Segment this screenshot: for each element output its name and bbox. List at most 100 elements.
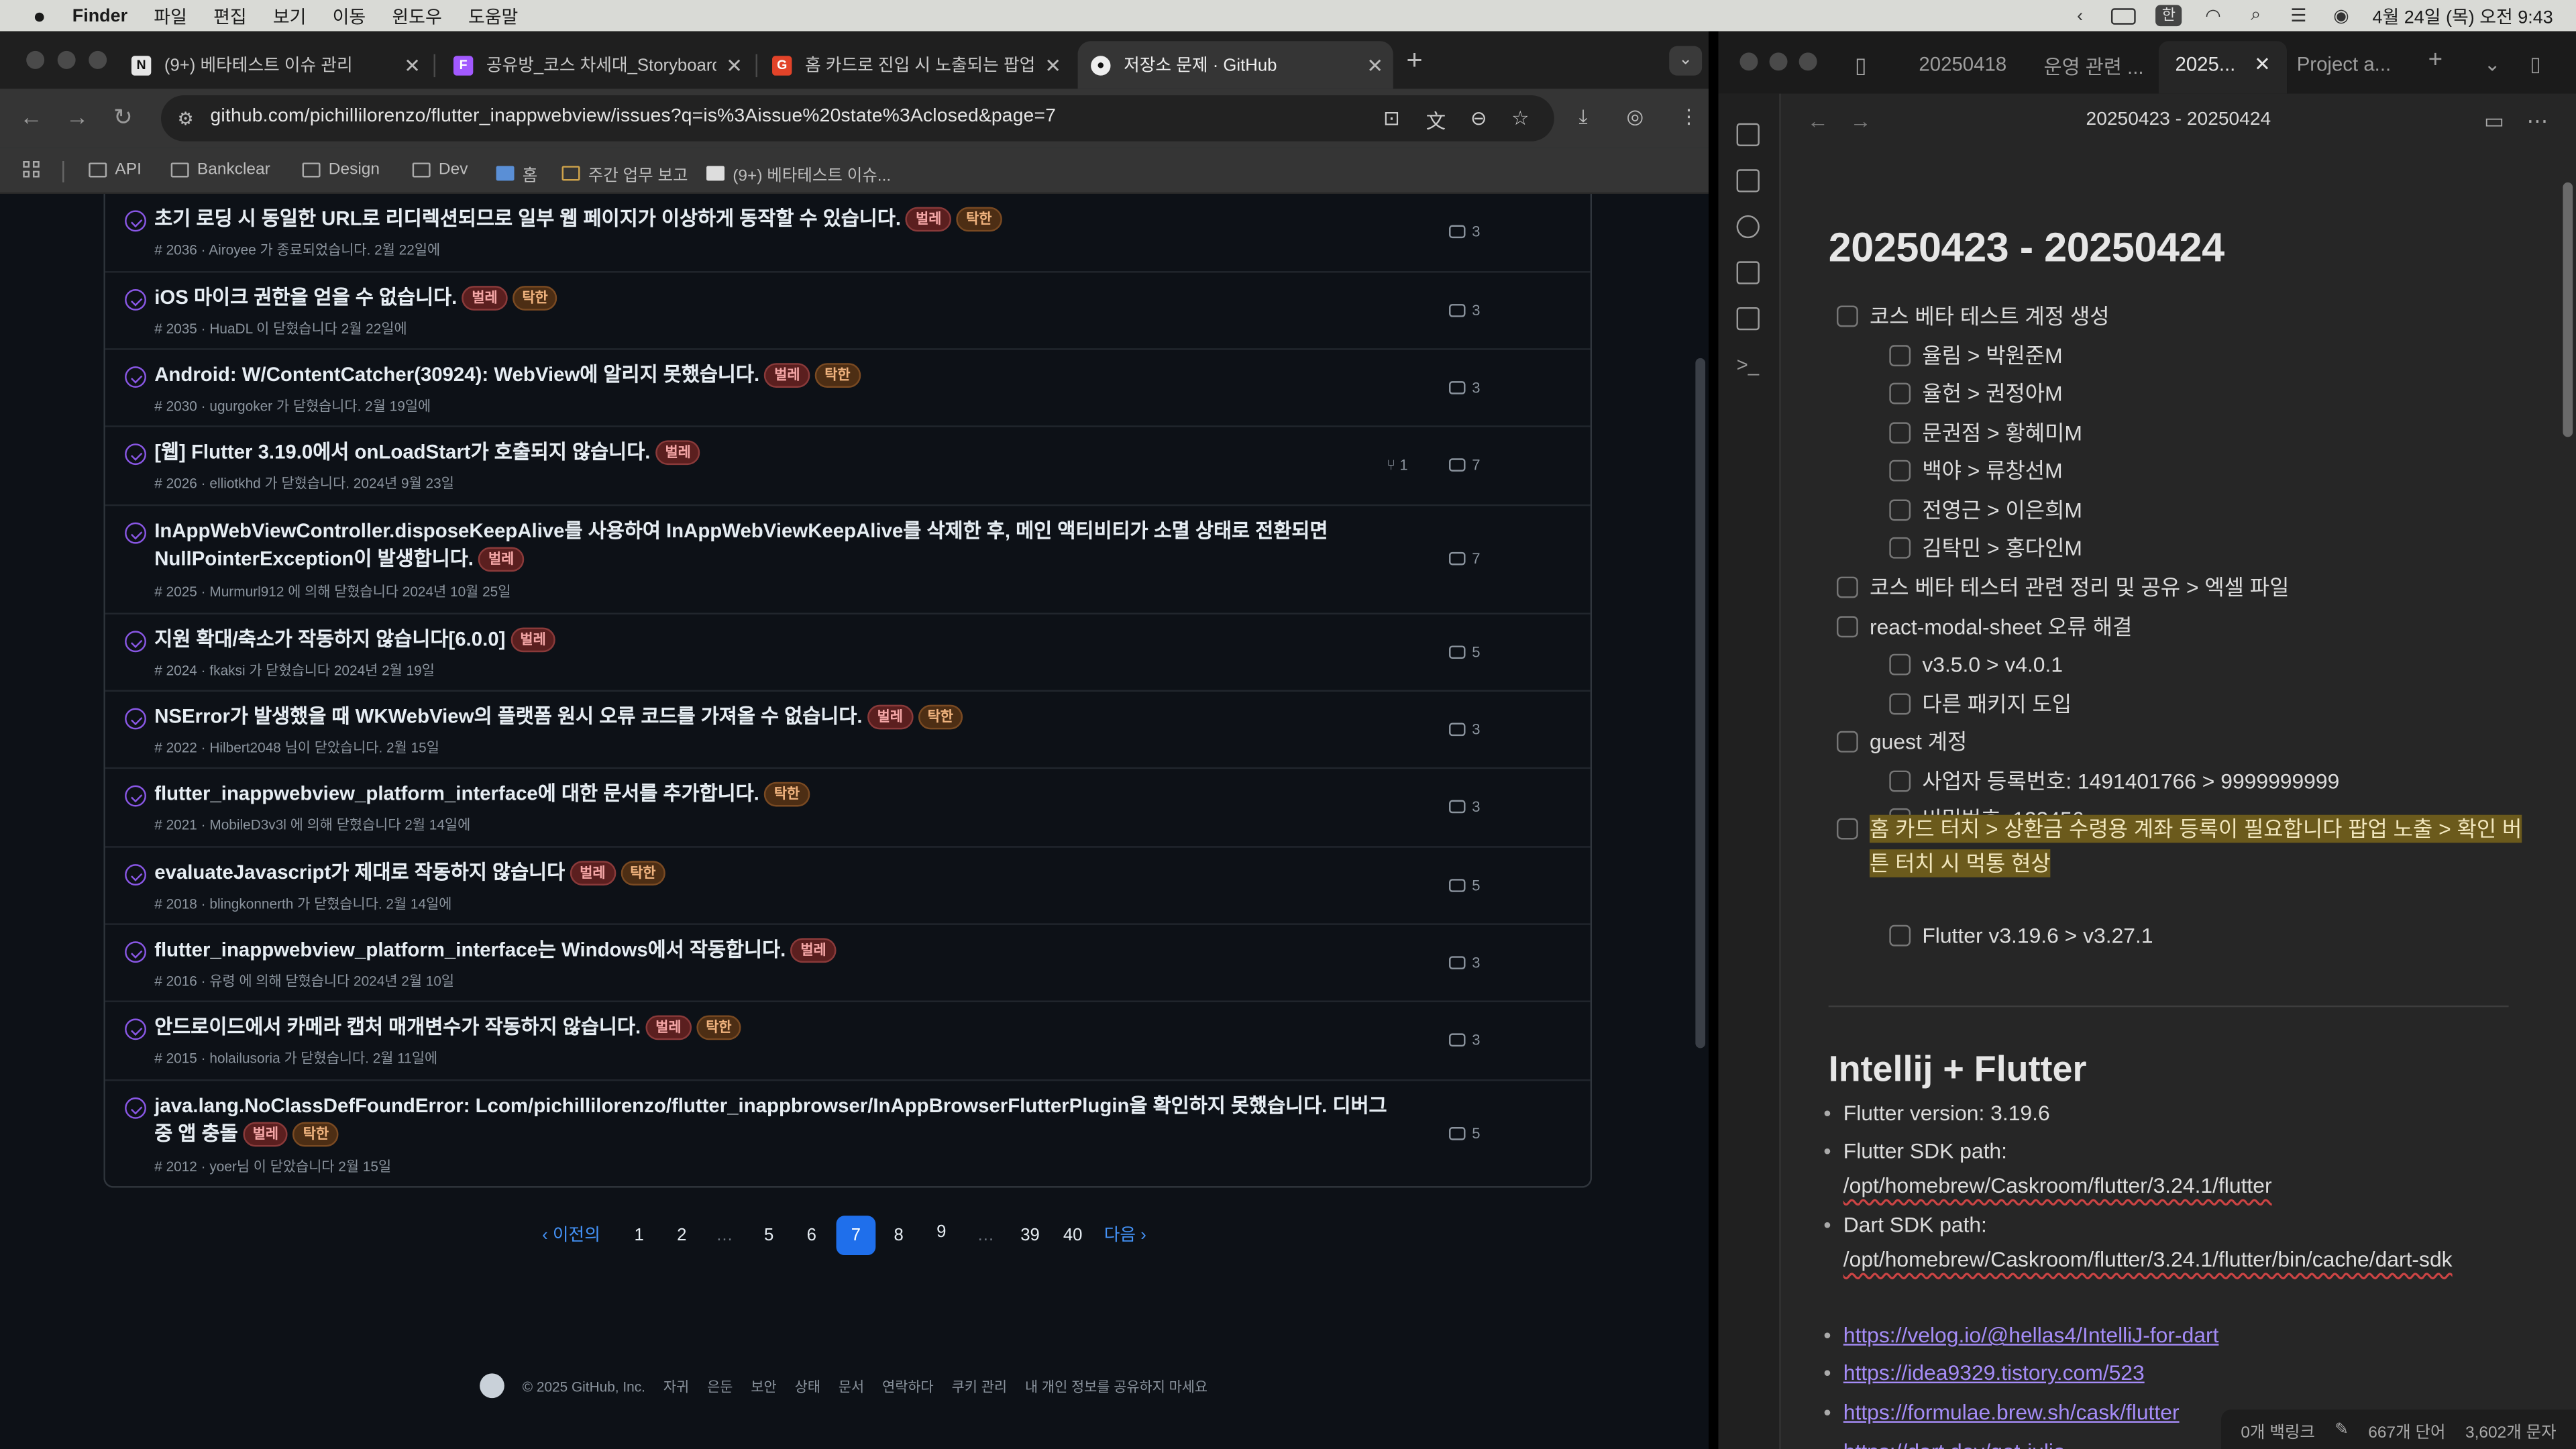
- new-tab-plus-icon[interactable]: +: [1406, 44, 1422, 77]
- todo-item[interactable]: v3.5.0 > v4.0.1: [1889, 647, 2063, 682]
- footer-link[interactable]: 내 개인 정보를 공유하지 마세요: [1025, 1376, 1208, 1395]
- bookmark-api[interactable]: API: [89, 161, 142, 179]
- checkbox[interactable]: [1836, 616, 1858, 638]
- comment-count[interactable]: 3: [1449, 798, 1481, 815]
- issue-row[interactable]: 안드로이드에서 카메라 캡처 매개변수가 작동하지 않습니다. 벌레 탁한 # 201…: [105, 1002, 1591, 1081]
- apple-menu-icon[interactable]: ●: [30, 3, 49, 28]
- menu-go[interactable]: 이동: [333, 3, 366, 29]
- linked-pr[interactable]: ⑂ 1: [1387, 457, 1408, 473]
- github-logo-icon[interactable]: [480, 1373, 504, 1399]
- menu-edit[interactable]: 편집: [213, 3, 247, 29]
- obs-tab-20250418[interactable]: 20250418: [1919, 52, 2006, 75]
- issue-row[interactable]: flutter_inappwebview_platform_interface에…: [105, 769, 1591, 848]
- checkbox[interactable]: [1889, 693, 1911, 715]
- reload-icon[interactable]: ↻: [113, 103, 133, 131]
- search-icon[interactable]: ⌕: [2245, 5, 2267, 25]
- page-39[interactable]: 39: [1012, 1216, 1049, 1255]
- issue-label[interactable]: 탁한: [917, 704, 963, 730]
- apps-grid-icon[interactable]: [23, 161, 42, 180]
- comment-count[interactable]: 7: [1449, 457, 1481, 473]
- page-1[interactable]: 1: [621, 1216, 657, 1255]
- issue-label[interactable]: 벌레: [570, 861, 616, 886]
- issue-row[interactable]: java.lang.NoClassDefFoundError: Lcom/pic…: [105, 1081, 1591, 1189]
- issue-label[interactable]: 탁한: [620, 861, 666, 886]
- checkbox[interactable]: [1836, 731, 1858, 753]
- issue-title[interactable]: flutter_inappwebview_platform_interface는…: [154, 936, 1403, 965]
- translate-icon[interactable]: 文: [1426, 107, 1446, 135]
- issue-label[interactable]: 벌레: [906, 207, 952, 232]
- note-scrollbar[interactable]: [2563, 182, 2573, 437]
- issue-title-text[interactable]: Android: W/ContentCatcher(30924): WebVie…: [154, 363, 759, 386]
- todo-item[interactable]: 전영근 > 이은희M: [1889, 493, 2082, 527]
- sidebar-toggle-icon[interactable]: ▯: [1855, 52, 1867, 78]
- profile-icon[interactable]: ◎: [1627, 105, 1644, 128]
- bookmark-design[interactable]: Design: [302, 161, 380, 179]
- next-page-link[interactable]: 다음 ›: [1104, 1216, 1146, 1255]
- edit-pencil-icon[interactable]: ✎: [2334, 1420, 2349, 1438]
- url-text[interactable]: github.com/pichillilorenzo/flutter_inapp…: [210, 107, 1056, 126]
- menu-app-finder[interactable]: Finder: [72, 6, 127, 25]
- issue-row[interactable]: InAppWebViewController.disposeKeepAlive를…: [105, 506, 1591, 614]
- bookmark-star-icon[interactable]: ☆: [1511, 107, 1529, 129]
- install-app-icon[interactable]: ⊡: [1383, 107, 1400, 129]
- issue-label[interactable]: 벌레: [764, 363, 810, 388]
- issue-label[interactable]: 벌레: [243, 1122, 288, 1147]
- issue-row[interactable]: NSError가 발생했을 때 WKWebView의 플랫폼 원시 오류 코드를…: [105, 692, 1591, 769]
- issue-label[interactable]: 탁한: [764, 782, 810, 807]
- zoom-dot[interactable]: [89, 50, 107, 69]
- close-icon[interactable]: ✕: [1044, 54, 1061, 77]
- display-icon[interactable]: [2111, 7, 2136, 24]
- issue-label[interactable]: 탁한: [512, 286, 558, 311]
- issue-title[interactable]: InAppWebViewController.disposeKeepAlive를…: [154, 517, 1403, 573]
- issue-label[interactable]: 벌레: [462, 286, 508, 311]
- comment-count[interactable]: 3: [1449, 1032, 1481, 1048]
- issue-title[interactable]: [웹] Flutter 3.19.0에서 onLoadStart가 호출되지 않…: [154, 439, 1403, 467]
- download-icon[interactable]: ⤓: [1578, 105, 1587, 130]
- checkbox[interactable]: [1889, 460, 1911, 482]
- note-title[interactable]: 20250423 - 20250424: [1781, 110, 2576, 129]
- tab-figma[interactable]: F 공유방_코스 차세대_Storyboard ✕: [440, 41, 752, 89]
- issue-row[interactable]: iOS 마이크 권한을 얻을 수 없습니다. 벌레 탁한 # 2035 · HuaDL…: [105, 273, 1591, 350]
- bookmark-beta-issues[interactable]: (9+) 베타테스트 이슈...: [706, 161, 891, 186]
- obs-tab-ops[interactable]: 운영 관련 ...: [2044, 52, 2144, 80]
- tab-gitlab[interactable]: G 홈 카드로 진입 시 노출되는 팝업 ✕: [759, 41, 1071, 89]
- issue-title[interactable]: 초기 로딩 시 동일한 URL로 리디렉션되므로 일부 웹 페이지가 이상하게 …: [154, 205, 1403, 233]
- checkbox[interactable]: [1836, 305, 1858, 327]
- menu-help[interactable]: 도움말: [468, 3, 518, 29]
- site-info-icon[interactable]: ⚙: [177, 109, 193, 129]
- comment-count[interactable]: 5: [1449, 1126, 1481, 1142]
- issue-title[interactable]: Android: W/ContentCatcher(30924): WebVie…: [154, 362, 1403, 390]
- issue-label[interactable]: 벌레: [867, 704, 913, 730]
- open-file-icon[interactable]: [1736, 123, 1760, 146]
- todo-item-highlight[interactable]: 홈 카드 터치 > 상환금 수령용 계좌 등록이 필요합니다 팝업 노출 > 확…: [1836, 812, 2527, 881]
- more-options-icon[interactable]: ⋯: [2527, 109, 2548, 135]
- todo-item[interactable]: 다른 패키지 도입: [1889, 687, 2072, 721]
- checkbox[interactable]: [1889, 924, 1911, 947]
- issue-title-text[interactable]: flutter_inappwebview_platform_interface는…: [154, 938, 786, 961]
- issue-title[interactable]: evaluateJavascript가 제대로 작동하지 않습니다 벌레 탁한: [154, 859, 1403, 888]
- menu-file[interactable]: 파일: [154, 3, 187, 29]
- comment-count[interactable]: 7: [1449, 550, 1481, 567]
- issue-label[interactable]: 벌레: [478, 547, 525, 572]
- todo-item[interactable]: react-modal-sheet 오류 해결: [1836, 610, 2132, 644]
- link[interactable]: https://formulae.brew.sh/cask/flutter: [1843, 1400, 2180, 1425]
- issue-title[interactable]: flutter_inappwebview_platform_interface에…: [154, 780, 1403, 808]
- comment-count[interactable]: 3: [1449, 380, 1481, 396]
- page-7-current[interactable]: 7: [836, 1216, 876, 1256]
- todo-item[interactable]: 사업자 등록번호: 1491401766 > 9999999999: [1889, 764, 2339, 798]
- comment-count[interactable]: 3: [1449, 223, 1481, 240]
- canvas-icon[interactable]: [1736, 261, 1760, 284]
- bookmark-home[interactable]: 홈: [496, 161, 537, 186]
- menu-window[interactable]: 윈도우: [392, 3, 441, 29]
- tab-notion[interactable]: N (9+) 베타테스트 이슈 관리 ✕: [118, 41, 430, 89]
- close-icon[interactable]: ✕: [404, 54, 421, 77]
- back-arrow-icon[interactable]: ←: [19, 103, 42, 129]
- issue-row[interactable]: 지원 확대/축소가 작동하지 않습니다[6.0.0] 벌레 # 2024 · fka…: [105, 614, 1591, 692]
- checkbox[interactable]: [1836, 818, 1858, 840]
- issue-row[interactable]: evaluateJavascript가 제대로 작동하지 않습니다 벌레 탁한 # 2…: [105, 848, 1591, 925]
- bookmark-dev[interactable]: Dev: [412, 161, 468, 179]
- footer-link[interactable]: 연락하다: [882, 1376, 934, 1395]
- checkbox[interactable]: [1836, 576, 1858, 598]
- window-controls[interactable]: [26, 50, 107, 69]
- menu-kebab-icon[interactable]: ⋮: [1679, 105, 1699, 128]
